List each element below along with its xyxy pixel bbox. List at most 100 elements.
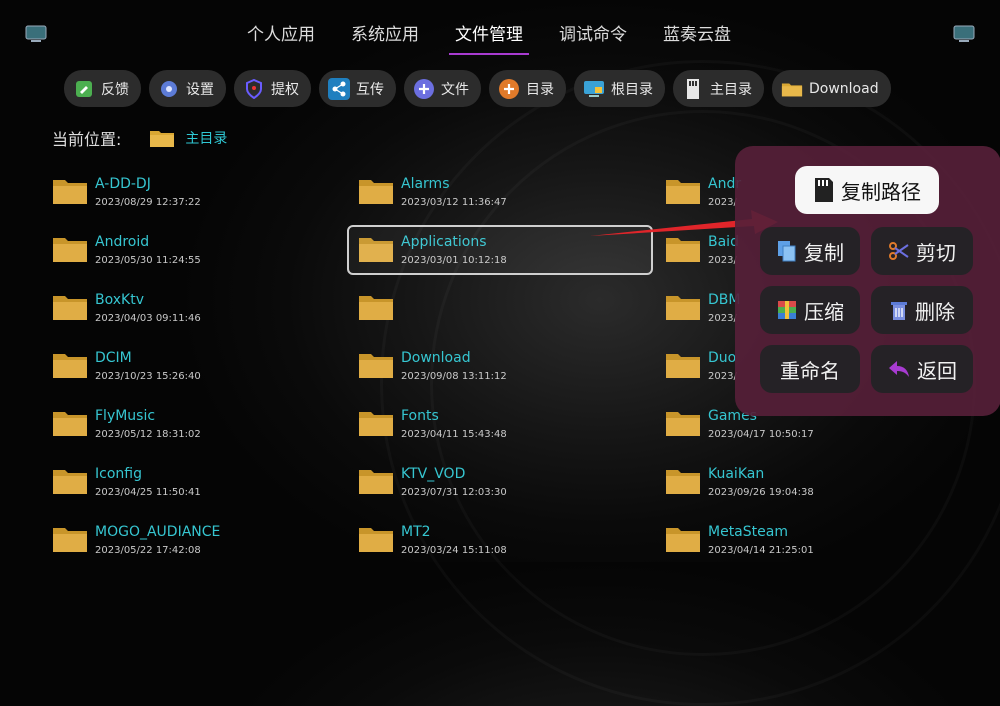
file-name: A-DD-DJ <box>95 175 151 192</box>
file-list-item[interactable]: Iconfig 2023/04/25 11:50:41 <box>52 456 332 506</box>
file-date: 2023/07/31 12:03:30 <box>401 486 507 498</box>
location-label: 当前位置: <box>52 130 122 149</box>
folder-icon <box>53 470 87 494</box>
file-date: 2023/05/12 18:31:02 <box>95 428 201 440</box>
file-text: KuaiKan 2023/09/26 19:04:38 <box>708 465 814 498</box>
download-shortcut-button[interactable]: Download <box>772 70 891 107</box>
file-name: BoxKtv <box>95 291 144 308</box>
transfer-button[interactable]: 互传 <box>319 70 396 107</box>
folder-icon <box>359 470 393 494</box>
privilege-button[interactable]: 提权 <box>234 70 311 107</box>
current-location: 当前位置: 主目录 <box>52 126 227 150</box>
file-name: Fonts <box>401 407 439 424</box>
file-name: FlyMusic <box>95 407 156 424</box>
file-name: MOGO_AUDIANCE <box>95 523 221 540</box>
file-text: Iconfig 2023/04/25 11:50:41 <box>95 465 201 498</box>
file-list-item[interactable]: DCIM 2023/10/23 15:26:40 <box>52 340 332 390</box>
file-list-item[interactable]: A-DD-DJ 2023/08/29 12:37:22 <box>52 166 332 216</box>
file-list-item[interactable]: MOGO_AUDIANCE 2023/05/22 17:42:08 <box>52 514 332 564</box>
folder-icon <box>666 354 700 378</box>
folder-icon <box>150 131 175 147</box>
file-list-item[interactable]: Alarms 2023/03/12 11:36:47 <box>358 166 638 216</box>
file-name: KuaiKan <box>708 465 765 482</box>
copy-icon <box>778 241 796 262</box>
selected-item-highlight <box>347 225 653 275</box>
file-list-item[interactable]: KuaiKan 2023/09/26 19:04:38 <box>665 456 945 506</box>
new-folder-button[interactable]: 目录 <box>489 70 566 107</box>
file-list-item[interactable]: Download 2023/09/08 13:11:12 <box>358 340 638 390</box>
screen-icon[interactable] <box>952 24 976 44</box>
tab-system-apps[interactable]: 系统应用 <box>349 18 421 55</box>
file-list-item[interactable]: MetaSteam 2023/04/14 21:25:01 <box>665 514 945 564</box>
file-list-item[interactable]: FlyMusic 2023/05/12 18:31:02 <box>52 398 332 448</box>
folder-icon <box>53 238 87 262</box>
folder-icon <box>666 296 700 320</box>
back-arrow-icon <box>889 361 909 377</box>
copy-button[interactable]: 复制 <box>760 227 860 275</box>
folder-icon <box>53 296 87 320</box>
copy-path-button[interactable]: 复制路径 <box>795 166 939 214</box>
file-date: 2023/08/29 12:37:22 <box>95 196 201 208</box>
folder-icon <box>666 470 700 494</box>
new-file-button[interactable]: 文件 <box>404 70 481 107</box>
settings-button[interactable]: 设置 <box>149 70 226 107</box>
root-dir-icon <box>583 78 605 100</box>
file-date: 2023/09/08 13:11:12 <box>401 370 507 382</box>
archive-icon <box>778 301 796 319</box>
root-dir-button[interactable]: 根目录 <box>574 70 665 107</box>
rename-button[interactable]: 重命名 <box>760 345 860 393</box>
back-button[interactable]: 返回 <box>871 345 973 393</box>
tab-debug-commands[interactable]: 调试命令 <box>557 18 629 55</box>
file-name: Alarms <box>401 175 450 192</box>
file-list-item[interactable]: MT2 2023/03/24 15:11:08 <box>358 514 638 564</box>
file-text: FlyMusic 2023/05/12 18:31:02 <box>95 407 201 440</box>
tab-personal-apps[interactable]: 个人应用 <box>245 18 317 55</box>
file-date: 2023/04/14 21:25:01 <box>708 544 814 556</box>
file-text: Android 2023/05/30 11:24:55 <box>95 233 201 266</box>
feedback-button[interactable]: 反馈 <box>64 70 141 107</box>
folder-icon <box>359 412 393 436</box>
file-list-item[interactable]: BoxKtv 2023/04/03 09:11:46 <box>52 282 332 332</box>
sd-card-icon <box>815 178 833 202</box>
file-text: Duo 2023/ <box>708 349 737 382</box>
delete-button[interactable]: 删除 <box>871 286 973 334</box>
file-date: 2023/05/30 11:24:55 <box>95 254 201 266</box>
cut-button[interactable]: 剪切 <box>871 227 973 275</box>
tab-lanzou-cloud[interactable]: 蓝奏云盘 <box>661 18 733 55</box>
tab-file-manager[interactable]: 文件管理 <box>449 18 529 55</box>
file-text: BoxKtv 2023/04/03 09:11:46 <box>95 291 201 324</box>
file-name: Download <box>401 349 471 366</box>
file-list-item[interactable] <box>358 282 638 332</box>
tv-remote-icon[interactable] <box>24 24 48 44</box>
folder-icon <box>359 354 393 378</box>
file-name: DCIM <box>95 349 132 366</box>
home-dir-button[interactable]: 主目录 <box>673 70 764 107</box>
add-folder-icon <box>498 78 520 100</box>
folder-icon <box>53 180 87 204</box>
file-text: DCIM 2023/10/23 15:26:40 <box>95 349 201 382</box>
file-list-item[interactable]: Android 2023/05/30 11:24:55 <box>52 224 332 274</box>
gear-icon <box>158 78 180 100</box>
file-date: 2023/03/12 11:36:47 <box>401 196 507 208</box>
file-date: 2023/09/26 19:04:38 <box>708 486 814 498</box>
file-date: 2023/04/11 15:43:48 <box>401 428 507 440</box>
folder-icon <box>359 528 393 552</box>
folder-icon <box>666 180 700 204</box>
file-list-item[interactable]: KTV_VOD 2023/07/31 12:03:30 <box>358 456 638 506</box>
compress-button[interactable]: 压缩 <box>760 286 860 334</box>
feedback-icon <box>73 78 95 100</box>
file-date: 2023/04/03 09:11:46 <box>95 312 201 324</box>
shield-icon <box>243 78 265 100</box>
location-path[interactable]: 主目录 <box>149 128 227 148</box>
context-menu: 复制路径 复制 剪切 压缩 删除 重命名 返回 <box>735 146 1000 416</box>
file-date: 2023/04/25 11:50:41 <box>95 486 201 498</box>
file-list-item[interactable]: Fonts 2023/04/11 15:43:48 <box>358 398 638 448</box>
home-dir-icon <box>682 78 704 100</box>
file-date: 2023/10/23 15:26:40 <box>95 370 201 382</box>
file-name: Duo <box>708 349 737 366</box>
folder-icon <box>666 528 700 552</box>
file-text: MT2 2023/03/24 15:11:08 <box>401 523 507 556</box>
folder-icon <box>53 412 87 436</box>
folder-icon <box>666 412 700 436</box>
file-name: Iconfig <box>95 465 142 482</box>
